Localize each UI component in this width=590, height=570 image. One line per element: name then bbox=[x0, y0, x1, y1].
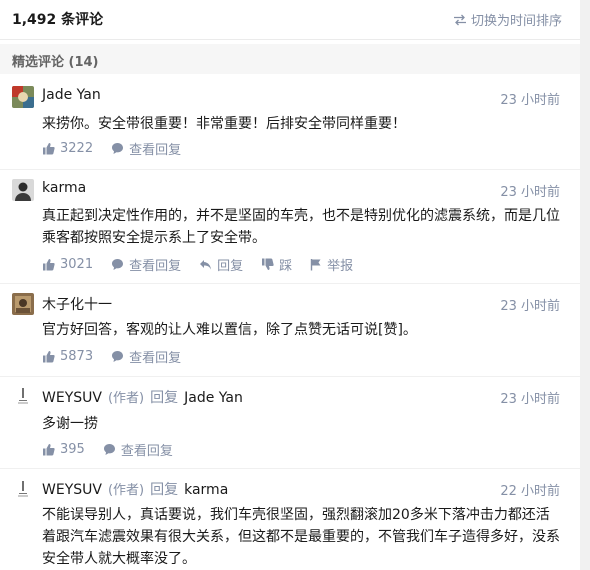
comment-text: 来捞你。安全带很重要！非常重要！后排安全带同样重要！ bbox=[42, 116, 406, 132]
thumbs-down-icon bbox=[261, 258, 274, 271]
speech-bubble-icon bbox=[111, 258, 124, 271]
author-name[interactable]: karma bbox=[42, 180, 86, 196]
report-label: 举报 bbox=[327, 259, 354, 274]
flag-icon bbox=[310, 258, 322, 271]
like-count: 3021 bbox=[60, 257, 94, 272]
avatar[interactable] bbox=[12, 293, 34, 315]
swap-arrows-icon bbox=[453, 14, 467, 26]
speech-bubble-icon bbox=[111, 350, 124, 363]
author-tag: (作者) bbox=[107, 483, 145, 498]
comment-item: karma 23 小时前 真正起到决定性作用的，并不是坚固的车壳，也不是特别优化… bbox=[0, 170, 580, 284]
comment-author[interactable]: karma bbox=[42, 180, 86, 196]
comment-author[interactable]: 木子化十一 bbox=[42, 294, 112, 314]
thumbs-up-icon bbox=[42, 443, 55, 456]
scrollbar[interactable] bbox=[580, 0, 590, 570]
reply-to-word: 回复 bbox=[150, 482, 179, 498]
author-name[interactable]: Jade Yan bbox=[42, 87, 101, 103]
like-button[interactable]: 3021 bbox=[42, 257, 93, 272]
view-replies-label: 查看回复 bbox=[129, 259, 182, 274]
like-button[interactable]: 3222 bbox=[42, 141, 93, 156]
view-replies-button[interactable]: 查看回复 bbox=[111, 139, 181, 158]
thumbs-up-icon bbox=[42, 258, 55, 271]
comment-time: 23 小时前 bbox=[500, 392, 560, 407]
avatar[interactable] bbox=[12, 179, 34, 201]
view-replies-button[interactable]: 查看回复 bbox=[111, 255, 181, 274]
report-button[interactable]: 举报 bbox=[310, 255, 353, 274]
comment-text: 多谢一捞 bbox=[42, 416, 98, 432]
comment-time: 23 小时前 bbox=[500, 299, 560, 314]
comment-text: 不能误导别人，真话要说，我们车壳很坚固，强烈翻滚加20多米下落冲击力都还活着跟汽… bbox=[42, 507, 560, 567]
comment-actions: 3021 查看回复 回复 踩 举报 bbox=[42, 255, 353, 274]
comment-item: WEYSUV (作者) 回复 Jade Yan 23 小时前 多谢一捞 395 … bbox=[0, 377, 580, 469]
reply-label: 回复 bbox=[217, 259, 244, 274]
like-count: 395 bbox=[60, 442, 85, 457]
comment-author[interactable]: WEYSUV (作者) 回复 Jade Yan bbox=[42, 387, 243, 407]
dislike-button[interactable]: 踩 bbox=[261, 255, 292, 274]
reply-button[interactable]: 回复 bbox=[199, 255, 243, 274]
comment-item: Jade Yan 23 小时前 来捞你。安全带很重要！非常重要！后排安全带同样重… bbox=[0, 76, 580, 170]
featured-comments-title: 精选评论 (14) bbox=[12, 55, 99, 70]
view-replies-button[interactable]: 查看回复 bbox=[111, 347, 181, 366]
comment-text: 真正起到决定性作用的，并不是坚固的车壳，也不是特别优化的滤震系统，而是几位乘客都… bbox=[42, 208, 560, 246]
sort-toggle-button[interactable]: 切换为时间排序 bbox=[453, 10, 562, 29]
reply-to-word: 回复 bbox=[150, 390, 179, 406]
avatar[interactable] bbox=[12, 86, 34, 108]
thumbs-up-icon bbox=[42, 350, 55, 363]
author-name[interactable]: WEYSUV bbox=[42, 390, 102, 406]
like-count: 3222 bbox=[60, 141, 94, 156]
comment-actions: 5873 查看回复 bbox=[42, 347, 181, 366]
comment-time: 22 小时前 bbox=[500, 484, 560, 499]
author-tag: (作者) bbox=[107, 391, 145, 406]
like-count: 5873 bbox=[60, 349, 94, 364]
comment-item: 木子化十一 23 小时前 官方好回答，客观的让人难以置信，除了点赞无话可说[赞]… bbox=[0, 284, 580, 377]
comment-time: 23 小时前 bbox=[500, 93, 560, 108]
view-replies-label: 查看回复 bbox=[129, 143, 182, 158]
speech-bubble-icon bbox=[103, 443, 116, 456]
like-button[interactable]: 395 bbox=[42, 442, 85, 457]
view-replies-button[interactable]: 查看回复 bbox=[103, 440, 173, 459]
comment-item: WEYSUV (作者) 回复 karma 22 小时前 不能误导别人，真话要说，… bbox=[0, 469, 580, 570]
featured-comments-header: 精选评论 (14) bbox=[0, 44, 580, 74]
like-button[interactable]: 5873 bbox=[42, 349, 93, 364]
comment-text: 官方好回答，客观的让人难以置信，除了点赞无话可说[赞]。 bbox=[42, 322, 417, 338]
reply-arrow-icon bbox=[199, 258, 212, 271]
avatar[interactable] bbox=[12, 478, 34, 500]
thumbs-up-icon bbox=[42, 142, 55, 155]
dislike-label: 踩 bbox=[279, 259, 293, 274]
speech-bubble-icon bbox=[111, 142, 124, 155]
author-name[interactable]: 木子化十一 bbox=[42, 294, 112, 314]
comments-header: 1,492 条评论 切换为时间排序 bbox=[0, 0, 580, 40]
comment-time: 23 小时前 bbox=[500, 185, 560, 200]
reply-to-name[interactable]: karma bbox=[184, 482, 228, 498]
view-replies-label: 查看回复 bbox=[120, 444, 173, 459]
comment-author[interactable]: WEYSUV (作者) 回复 karma bbox=[42, 479, 228, 499]
avatar[interactable] bbox=[12, 385, 34, 407]
author-name[interactable]: WEYSUV bbox=[42, 482, 102, 498]
view-replies-label: 查看回复 bbox=[129, 351, 182, 366]
comment-count: 1,492 条评论 bbox=[12, 12, 104, 28]
sort-toggle-label: 切换为时间排序 bbox=[470, 14, 562, 29]
comment-author[interactable]: Jade Yan bbox=[42, 87, 101, 103]
comment-actions: 3222 查看回复 bbox=[42, 139, 181, 158]
comment-actions: 395 查看回复 bbox=[42, 440, 173, 459]
reply-to-name[interactable]: Jade Yan bbox=[184, 390, 243, 406]
